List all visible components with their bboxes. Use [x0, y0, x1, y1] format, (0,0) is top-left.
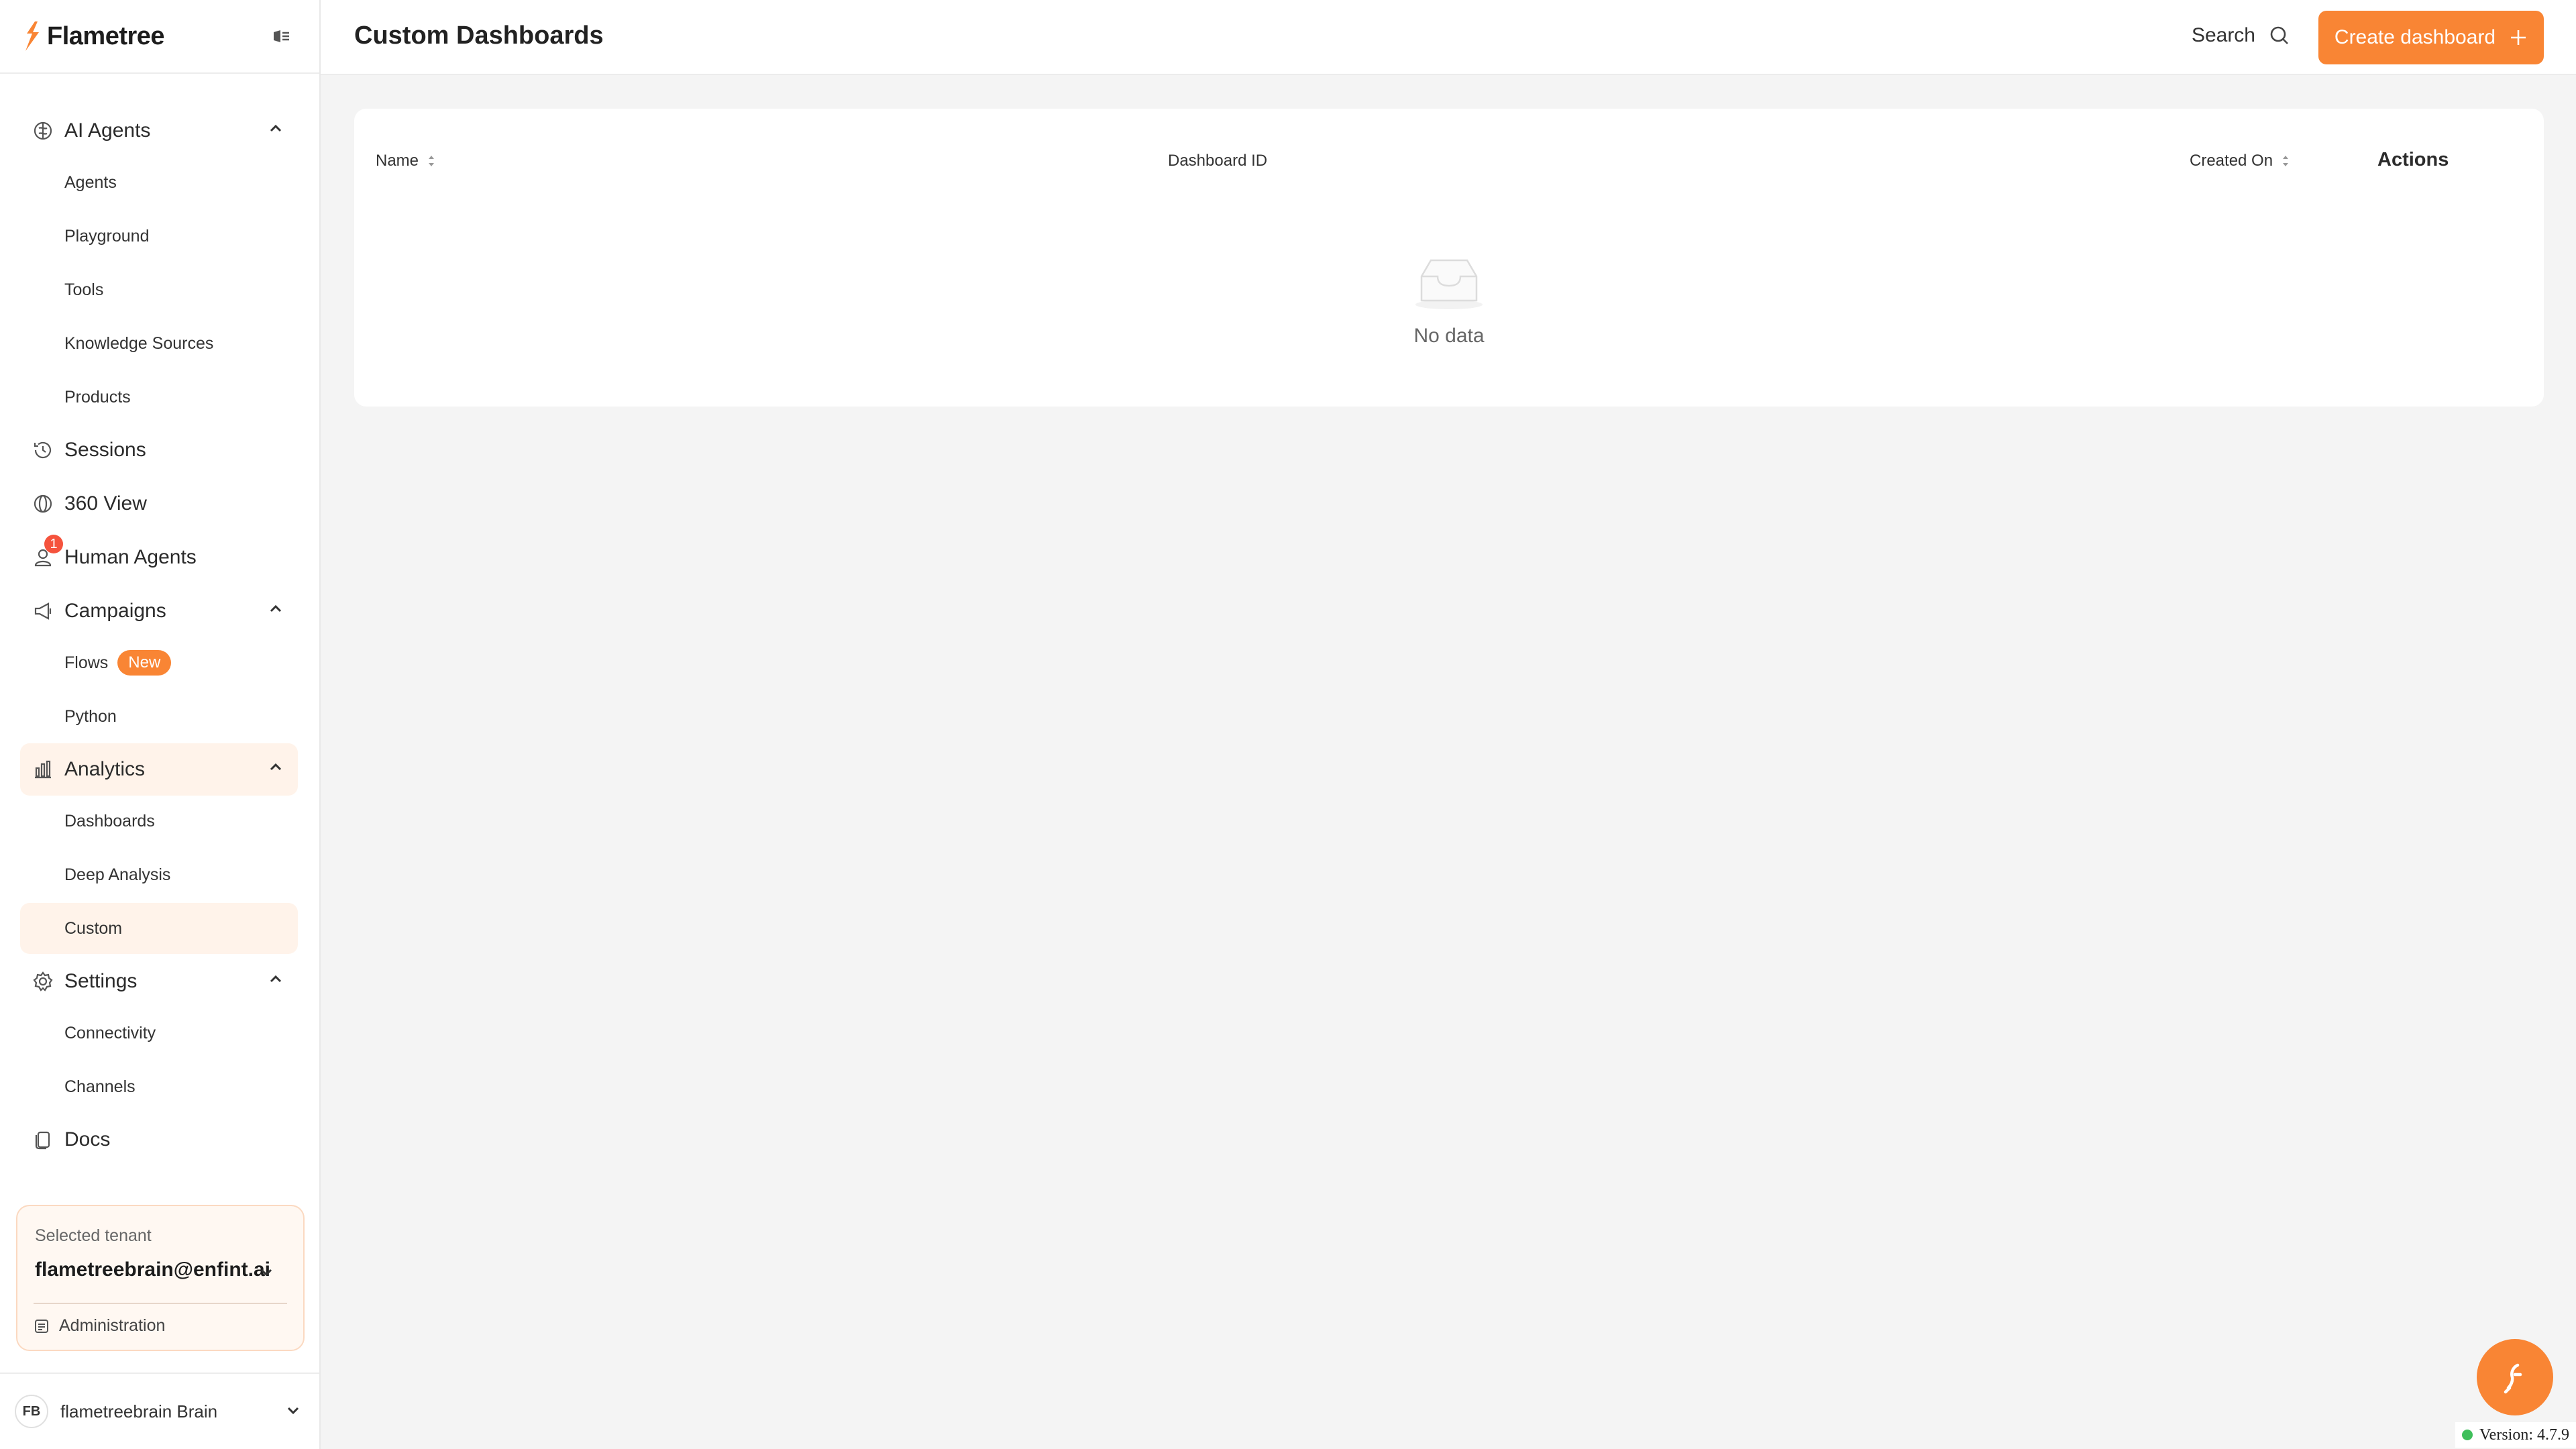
column-header-name[interactable]: Name	[376, 152, 436, 170]
chevron-up-icon	[267, 119, 284, 137]
search-label: Search	[2191, 24, 2255, 46]
avatar: FB	[15, 1395, 48, 1428]
docs-icon	[30, 1126, 56, 1153]
sidebar-item-knowledge-sources[interactable]: Knowledge Sources	[20, 318, 298, 369]
tenant-selector: Selected tenant flametreebrain@enfint.ai…	[16, 1205, 305, 1351]
create-dashboard-label: Create dashboard	[2334, 26, 2496, 48]
empty-state: No data	[354, 256, 2544, 347]
user-name: flametreebrain Brain	[60, 1401, 218, 1421]
bar-chart-icon	[30, 756, 56, 783]
brand-name: Flametree	[47, 21, 165, 50]
sidebar-item-flows[interactable]: Flows New	[20, 637, 298, 688]
megaphone-icon	[30, 598, 56, 625]
brain-icon	[30, 117, 56, 144]
sidebar-item-360-view[interactable]: 360 View	[20, 478, 298, 530]
top-header: Custom Dashboards Search Create dashboar…	[321, 0, 2576, 75]
page-title: Custom Dashboards	[354, 21, 604, 50]
sidebar-item-custom[interactable]: Custom	[20, 903, 298, 954]
tenant-value[interactable]: flametreebrain@enfint.ai	[35, 1258, 270, 1281]
divider	[34, 1303, 287, 1304]
sidebar-item-connectivity[interactable]: Connectivity	[20, 1008, 298, 1059]
new-badge: New	[117, 650, 172, 676]
sidebar-item-sessions[interactable]: Sessions	[20, 424, 298, 476]
chevron-down-icon[interactable]	[258, 1264, 275, 1281]
chevron-up-icon	[267, 970, 284, 987]
sidebar-item-ai-agents[interactable]: AI Agents	[20, 105, 298, 157]
sidebar-item-settings[interactable]: Settings	[20, 955, 298, 1008]
user-menu[interactable]: FB flametreebrain Brain	[0, 1373, 319, 1449]
sidebar-item-products[interactable]: Products	[20, 372, 298, 423]
notification-badge: 1	[44, 535, 63, 553]
administration-link[interactable]: Administration	[34, 1316, 165, 1336]
sidebar-item-docs[interactable]: Docs	[20, 1114, 298, 1166]
sidebar-item-human-agents[interactable]: 1 Human Agents	[20, 531, 298, 584]
sidebar-item-agents[interactable]: Agents	[20, 157, 298, 208]
tenant-label: Selected tenant	[35, 1226, 152, 1245]
search-icon	[2269, 25, 2290, 46]
empty-inbox-icon	[1412, 256, 1486, 310]
version-text: Version: 4.7.9	[2479, 1426, 2569, 1444]
history-icon	[30, 437, 56, 464]
gear-icon	[30, 968, 56, 995]
chevron-up-icon	[267, 600, 284, 617]
sidebar-item-playground[interactable]: Playground	[20, 211, 298, 262]
sidebar-item-dashboards[interactable]: Dashboards	[20, 796, 298, 847]
sidebar-item-label: AI Agents	[64, 119, 151, 142]
sidebar: Flametree AI Agents Agents Playground To…	[0, 0, 321, 1449]
flame-chat-icon	[2495, 1357, 2535, 1397]
administration-label: Administration	[59, 1316, 166, 1335]
sidebar-item-channels[interactable]: Channels	[20, 1061, 298, 1112]
brand-logo[interactable]: Flametree	[21, 20, 165, 52]
globe-icon	[30, 490, 56, 517]
collapse-sidebar-icon[interactable]	[271, 26, 291, 46]
sidebar-item-campaigns[interactable]: Campaigns	[20, 585, 298, 637]
version-indicator: Version: 4.7.9	[2455, 1422, 2576, 1448]
sort-icon[interactable]	[427, 152, 436, 170]
sidebar-item-analytics[interactable]: Analytics	[20, 743, 298, 796]
status-dot	[2462, 1430, 2473, 1440]
chevron-up-icon	[267, 758, 284, 775]
admin-icon	[34, 1318, 50, 1334]
sidebar-item-tools[interactable]: Tools	[20, 264, 298, 315]
search-button[interactable]: Search	[2192, 24, 2290, 47]
column-header-actions: Actions	[2377, 149, 2449, 170]
brand-bar: Flametree	[0, 0, 319, 74]
sort-icon[interactable]	[2281, 152, 2290, 170]
empty-text: No data	[1413, 325, 1485, 347]
dashboards-table: Name Dashboard ID Created On Actions No …	[354, 109, 2544, 407]
flame-logo-icon	[21, 20, 43, 52]
user-icon: 1	[30, 535, 63, 571]
chat-assistant-button[interactable]	[2477, 1339, 2553, 1415]
column-header-created-on[interactable]: Created On	[2190, 152, 2290, 170]
plus-icon	[2509, 28, 2528, 47]
column-header-dashboard-id: Dashboard ID	[1168, 152, 1268, 170]
sidebar-item-deep-analysis[interactable]: Deep Analysis	[20, 849, 298, 900]
create-dashboard-button[interactable]: Create dashboard	[2318, 11, 2544, 64]
sidebar-item-python[interactable]: Python	[20, 691, 298, 742]
chevron-down-icon	[284, 1402, 302, 1419]
